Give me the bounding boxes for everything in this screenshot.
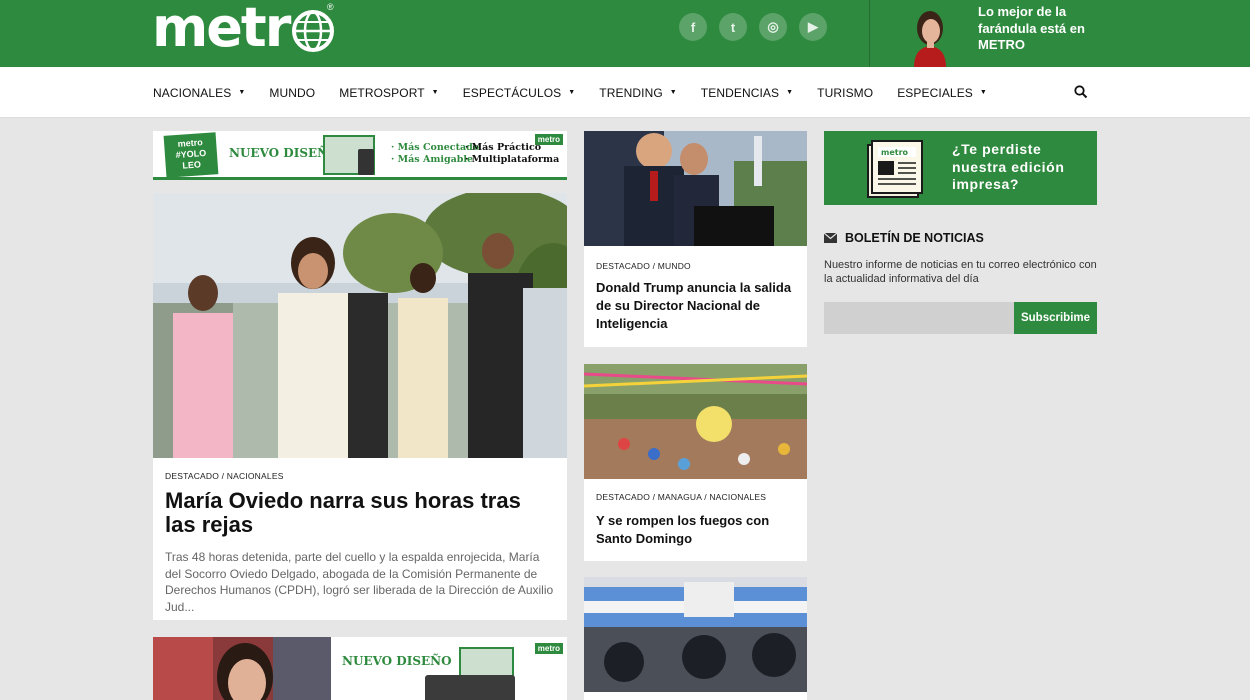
celebrity-photo (900, 4, 960, 67)
caret-down-icon: ▼ (979, 89, 987, 96)
feature-text: · Multiplataforma (465, 154, 560, 165)
nav-label: TENDENCIAS (700, 85, 780, 100)
facebook-icon[interactable]: f (679, 13, 707, 41)
metro-tag: metro (534, 643, 563, 654)
print-edition-text: ¿Te perdiste nuestra edición impresa? (952, 141, 1065, 192)
newspaper-icon: metro (867, 140, 923, 198)
nav-item-trending[interactable]: TRENDING ▼ (599, 86, 677, 100)
side-story-title[interactable]: Donald Trump anuncia la salida de su Dir… (596, 279, 796, 333)
category-separator: / (219, 471, 227, 481)
print-edition-box[interactable]: metro ¿Te perdiste nuestra edición impre… (824, 131, 1097, 205)
caret-down-icon: ▼ (669, 89, 677, 96)
side-story-category[interactable]: DESTACADO / MANAGUA / NACIONALES (596, 492, 766, 502)
main-story-excerpt: Tras 48 horas detenida, parte del cuello… (165, 550, 554, 614)
main-story-title[interactable]: María Oviedo narra sus horas tras las re… (165, 489, 555, 537)
farandula-promo[interactable]: Lo mejor de la farándula está en METRO (895, 0, 1195, 67)
metro-logo[interactable]: metr (152, 0, 335, 56)
phone-graphic (358, 149, 374, 175)
logo-text: metr (152, 0, 291, 59)
caret-down-icon: ▼ (568, 89, 576, 96)
newsletter-email-input[interactable] (824, 302, 1014, 334)
envelope-icon (824, 233, 837, 243)
promo-text: Lo mejor de la farándula está en METRO (978, 4, 1085, 52)
metro-tag: metro (534, 134, 563, 145)
newsletter-header: BOLETÍN DE NOTICIAS (824, 231, 984, 245)
twitter-icon[interactable]: t (719, 13, 747, 41)
instagram-icon[interactable]: ◎ (759, 13, 787, 41)
newsletter-description: Nuestro informe de noticias en tu correo… (824, 259, 1097, 285)
nav-item-mundo[interactable]: MUNDO (269, 86, 315, 100)
header-divider (869, 0, 870, 67)
badge-line: LEO (182, 159, 202, 171)
side-story-card[interactable]: DESTACADO / MANAGUA / NACIONALES Y se ro… (584, 364, 807, 561)
youtube-icon[interactable]: ▶ (799, 13, 827, 41)
nav-item-espectaculos[interactable]: ESPECTÁCULOS ▼ (463, 86, 576, 100)
main-nav: NACIONALES ▼ MUNDO METROSPORT ▼ ESPECTÁCUL… (0, 67, 1250, 118)
nuevo-diseno-banner-2[interactable]: NUEVO DISEÑO metro (153, 637, 567, 700)
nav-item-tendencias[interactable]: TENDENCIAS ▼ (701, 86, 793, 100)
globe-icon (292, 10, 335, 52)
nav-item-metrosport[interactable]: METROSPORT ▼ (339, 86, 438, 100)
banner-features-right: · Más Práctico · Multiplataforma (465, 142, 559, 166)
subscribe-button[interactable]: Subscribime (1014, 302, 1097, 334)
category-link[interactable]: DESTACADO (165, 471, 219, 481)
newsletter-title: BOLETÍN DE NOTICIAS (845, 231, 984, 245)
nav-label: TURISMO (817, 85, 874, 100)
nuevo-diseno-banner[interactable]: metro #YOLO LEO NUEVO DISEÑO · Más Conec… (153, 131, 567, 180)
laptop-graphic (425, 675, 515, 700)
nav-item-turismo[interactable]: TURISMO (817, 86, 873, 100)
nav-label: NACIONALES (153, 85, 232, 100)
yolo-leo-badge: metro #YOLO LEO (163, 132, 219, 177)
side-story-card[interactable]: DESTACADO / MUNDO Donald Trump anuncia l… (584, 131, 807, 347)
nav-label: ESPECIALES (897, 85, 973, 100)
side-story-photo[interactable] (584, 577, 807, 692)
nav-item-especiales[interactable]: ESPECIALES ▼ (897, 86, 987, 100)
nav-label: MUNDO (269, 85, 316, 100)
caret-down-icon: ▼ (786, 89, 794, 96)
main-story-card[interactable]: DESTACADO / NACIONALES María Oviedo narr… (153, 193, 567, 620)
side-story-category[interactable]: DESTACADO / MUNDO (596, 261, 691, 271)
side-story-card[interactable] (584, 577, 807, 700)
social-links: f t ◎ ▶ (679, 13, 827, 41)
side-story-photo[interactable] (584, 131, 807, 246)
main-story-photo[interactable] (153, 193, 567, 458)
trademark-symbol: ® (327, 2, 334, 12)
promo-model-photo (153, 637, 331, 700)
nav-label: ESPECTÁCULOS (462, 85, 562, 100)
side-story-photo[interactable] (584, 364, 807, 479)
search-icon[interactable] (1074, 85, 1088, 99)
side-story-title[interactable]: Y se rompen los fuegos con Santo Domingo (596, 512, 796, 548)
banner-title: NUEVO DISEÑO (342, 654, 452, 668)
category-link[interactable]: NACIONALES (227, 471, 284, 481)
nav-label: TRENDING (599, 85, 663, 100)
newspaper-logo-text: metro (881, 148, 909, 157)
main-story-category: DESTACADO / NACIONALES (165, 471, 284, 481)
caret-down-icon: ▼ (238, 89, 246, 96)
nav-label: METROSPORT (339, 85, 425, 100)
nav-item-nacionales[interactable]: NACIONALES ▼ (153, 86, 245, 100)
caret-down-icon: ▼ (431, 89, 439, 96)
top-header: metr ® f t ◎ ▶ Lo mejor de la farándula … (0, 0, 1250, 67)
